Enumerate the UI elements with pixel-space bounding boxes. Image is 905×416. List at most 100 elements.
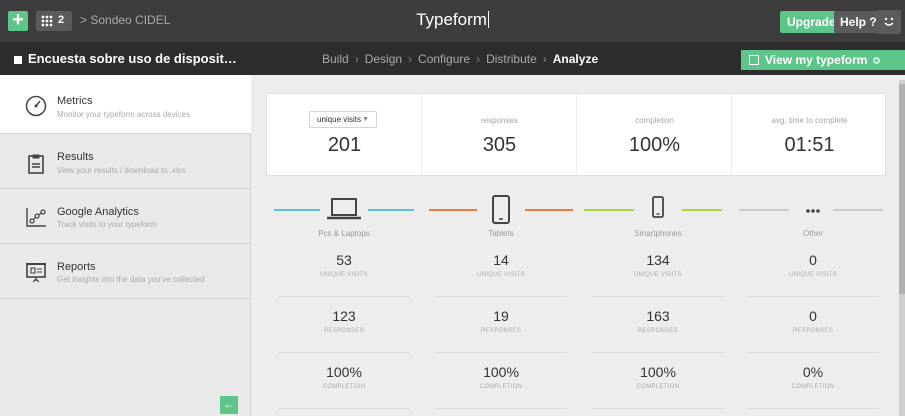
stat-avg-time: avg. time to complete 01:51 bbox=[732, 94, 887, 177]
metric-responses: 123 RESPONSES bbox=[268, 308, 420, 334]
workflow-steps: Build › Design › Configure › Distribute › Analyz… bbox=[322, 52, 599, 66]
device-color-line bbox=[833, 209, 883, 211]
metric-caption: UNIQUE VISITS bbox=[789, 272, 837, 278]
view-typeform-label: View my typeform bbox=[765, 53, 868, 67]
stat-label: responses bbox=[481, 116, 518, 125]
sidebar-item-desc: View your results / download to .xlsx bbox=[57, 166, 186, 175]
stat-value: 01:51 bbox=[784, 134, 835, 156]
metric-value: 100% bbox=[326, 364, 362, 380]
scroll-thumb[interactable] bbox=[899, 84, 905, 294]
sidebar-item-title: Google Analytics bbox=[57, 206, 139, 218]
document-bar: Encuesta sobre uso de disposit… Build › De… bbox=[0, 42, 905, 75]
metric-caption: COMPLETION bbox=[479, 384, 523, 390]
device-name: Other bbox=[802, 229, 823, 238]
collapse-sidebar-button[interactable]: ← bbox=[220, 396, 238, 414]
document-title[interactable]: Encuesta sobre uso de disposit… bbox=[28, 51, 237, 66]
sidebar-item-title: Results bbox=[57, 151, 94, 163]
smartphone-icon bbox=[652, 196, 664, 218]
sidebar: Metrics Monitor your typeform across dev… bbox=[0, 75, 251, 416]
sidebar-item-desc: Track visits to your typeform bbox=[57, 220, 157, 229]
metric-caption: RESPONSES bbox=[792, 328, 834, 334]
divider bbox=[278, 296, 410, 297]
metric-value: 123 bbox=[332, 308, 356, 324]
scrollbar[interactable] bbox=[899, 80, 905, 416]
divider bbox=[747, 408, 879, 409]
metric-value: 100% bbox=[483, 364, 519, 380]
divider bbox=[435, 408, 567, 409]
device-color-line bbox=[682, 209, 722, 211]
divider bbox=[435, 296, 567, 297]
stat-value: 201 bbox=[327, 134, 362, 156]
smiley-icon[interactable] bbox=[877, 10, 901, 34]
stat-value: 100% bbox=[628, 134, 681, 156]
brand-logo: Typeform bbox=[0, 10, 905, 30]
metric-caption: UNIQUE VISITS bbox=[320, 272, 368, 278]
metric-responses: 0 RESPONSES bbox=[737, 308, 889, 334]
clipboard-icon bbox=[28, 154, 44, 174]
device-color-line bbox=[584, 209, 634, 211]
device-name: Tablets bbox=[488, 229, 514, 238]
device-color-line bbox=[739, 209, 789, 211]
divider bbox=[592, 352, 724, 353]
metric-caption: UNIQUE VISITS bbox=[634, 272, 682, 278]
chevron-down-icon: ▼ bbox=[362, 116, 369, 123]
metric-completion: 100% COMPLETION bbox=[582, 364, 734, 390]
metric-value: 0% bbox=[802, 364, 824, 380]
metric-completion: 100% COMPLETION bbox=[268, 364, 420, 390]
view-typeform-button[interactable]: View my typeform bbox=[741, 50, 905, 70]
metric-value: 134 bbox=[646, 252, 670, 268]
device-color-line bbox=[368, 209, 414, 211]
metric-caption: RESPONSES bbox=[480, 328, 522, 334]
sidebar-item-results[interactable]: Results View your results / download to … bbox=[0, 134, 251, 189]
more-icon bbox=[806, 209, 820, 213]
metric-value: 100% bbox=[640, 364, 676, 380]
metric-value: 0 bbox=[809, 308, 817, 324]
help-button[interactable]: Help ? bbox=[834, 11, 883, 33]
metric-visits: 53 UNIQUE VISITS bbox=[268, 252, 420, 278]
metric-visits: 0 UNIQUE VISITS bbox=[737, 252, 889, 278]
stat-completion: completion 100% bbox=[577, 94, 732, 177]
status-dot-icon bbox=[873, 57, 881, 64]
device-name: Pcs & Laptops bbox=[318, 229, 370, 238]
step-analyze[interactable]: Analyze bbox=[553, 52, 598, 66]
sidebar-item-reports[interactable]: Reports Get insights into the data you'v… bbox=[0, 244, 251, 299]
device-name: Smartphones bbox=[634, 229, 682, 238]
step-configure[interactable]: Configure bbox=[418, 52, 470, 66]
metric-visits: 14 UNIQUE VISITS bbox=[425, 252, 577, 278]
tablet-icon bbox=[492, 195, 510, 224]
divider bbox=[435, 352, 567, 353]
metric-caption: RESPONSES bbox=[323, 328, 365, 334]
metric-visits: 134 UNIQUE VISITS bbox=[582, 252, 734, 278]
step-distribute[interactable]: Distribute bbox=[486, 52, 537, 66]
stat-label: avg. time to complete bbox=[771, 116, 848, 125]
metric-value: 0 bbox=[809, 252, 817, 268]
metric-value: 53 bbox=[336, 252, 352, 268]
stat-responses: responses 305 bbox=[422, 94, 577, 177]
sidebar-item-metrics[interactable]: Metrics Monitor your typeform across dev… bbox=[0, 75, 251, 134]
device-color-line bbox=[274, 209, 320, 211]
step-design[interactable]: Design bbox=[365, 52, 402, 66]
divider bbox=[592, 296, 724, 297]
metric-select[interactable]: unique visits ▼ bbox=[309, 111, 377, 128]
analytics-icon bbox=[26, 208, 46, 227]
divider bbox=[747, 296, 879, 297]
document-icon bbox=[14, 56, 22, 64]
step-build[interactable]: Build bbox=[322, 52, 349, 66]
metric-caption: COMPLETION bbox=[636, 384, 680, 390]
metric-value: 14 bbox=[493, 252, 509, 268]
metric-select-value: unique visits bbox=[317, 115, 362, 124]
divider bbox=[592, 408, 724, 409]
top-bar: + 2 > Sondeo CIDEL Typeform Upgrade Help… bbox=[0, 0, 905, 42]
gauge-icon bbox=[25, 95, 47, 117]
device-color-line bbox=[525, 209, 573, 211]
sidebar-item-title: Metrics bbox=[57, 95, 93, 107]
metric-responses: 19 RESPONSES bbox=[425, 308, 577, 334]
metric-completion: 100% COMPLETION bbox=[425, 364, 577, 390]
stat-unique-visits: unique visits ▼ 201 bbox=[267, 94, 422, 177]
external-link-icon bbox=[749, 55, 759, 65]
sidebar-item-google-analytics[interactable]: Google Analytics Track visits to your ty… bbox=[0, 189, 251, 244]
metric-caption: COMPLETION bbox=[322, 384, 366, 390]
metric-completion: 0% COMPLETION bbox=[737, 364, 889, 390]
sidebar-item-title: Reports bbox=[57, 261, 96, 273]
sidebar-item-desc: Get insights into the data you've collec… bbox=[57, 275, 205, 284]
